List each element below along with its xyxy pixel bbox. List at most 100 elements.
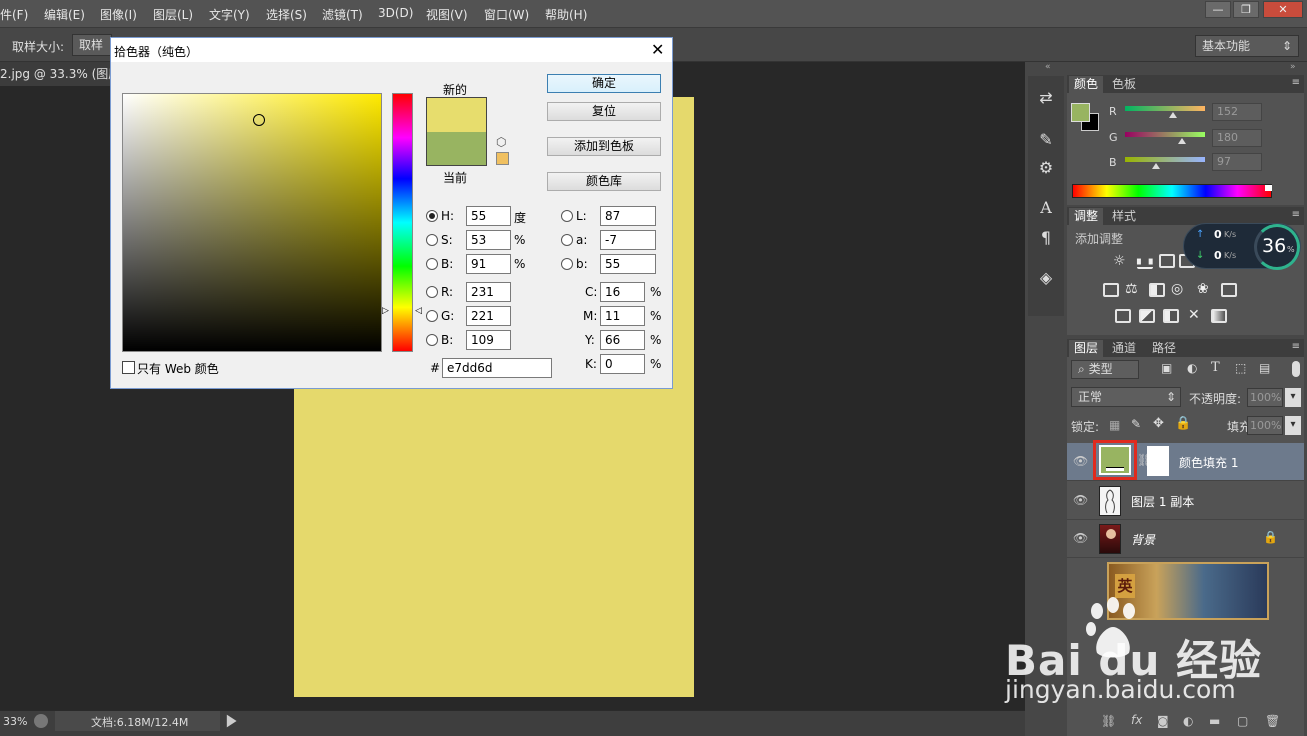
- layer-row-background[interactable]: 👁 背景 🔒: [1067, 520, 1304, 558]
- selective-color-icon[interactable]: ✕: [1188, 307, 1200, 323]
- layer-row-color-fill[interactable]: 👁 ⛓ 颜色填充 1: [1067, 440, 1304, 481]
- color-spectrum-bar[interactable]: [1072, 184, 1272, 198]
- new-adjustment-icon[interactable]: ◐: [1183, 714, 1193, 728]
- filter-type-icon[interactable]: T: [1211, 360, 1220, 375]
- tab-adjustments[interactable]: 调整: [1069, 208, 1104, 225]
- g-slider[interactable]: [1125, 132, 1205, 137]
- black-white-icon[interactable]: [1149, 283, 1165, 297]
- hue-slider-left-arrow[interactable]: ▷: [382, 306, 389, 316]
- g-slider-thumb[interactable]: [1178, 138, 1186, 144]
- new-group-icon[interactable]: ▬: [1209, 714, 1220, 728]
- b-slider-thumb[interactable]: [1152, 163, 1160, 169]
- add-to-swatches-button[interactable]: 添加到色板: [547, 137, 661, 156]
- panel-menu-icon[interactable]: ≡: [1292, 77, 1300, 88]
- c-input[interactable]: 16: [600, 282, 645, 302]
- color-field[interactable]: [122, 93, 382, 352]
- lock-all-icon[interactable]: 🔒: [1175, 416, 1191, 431]
- opacity-input[interactable]: 100%: [1247, 388, 1283, 407]
- paragraph-icon[interactable]: ¶: [1036, 228, 1056, 248]
- fill-input[interactable]: 100%: [1247, 416, 1283, 435]
- menu-image[interactable]: 图像(I): [100, 6, 137, 23]
- m-input[interactable]: 11: [600, 306, 645, 326]
- filter-shape-icon[interactable]: ⬚: [1235, 361, 1246, 375]
- lock-transparent-icon[interactable]: ▦: [1109, 418, 1120, 432]
- reset-button[interactable]: 复位: [547, 102, 661, 121]
- menu-type[interactable]: 文字(Y): [209, 6, 250, 23]
- eye-icon[interactable]: 👁: [1073, 531, 1088, 545]
- r-slider-thumb[interactable]: [1169, 112, 1177, 118]
- s-input[interactable]: 53: [466, 230, 511, 250]
- color-field-cursor[interactable]: [253, 114, 265, 126]
- white-swatch[interactable]: [1265, 185, 1272, 191]
- fx-icon[interactable]: fx: [1131, 713, 1142, 727]
- k-input[interactable]: 0: [600, 354, 645, 374]
- hue-slider-right-arrow[interactable]: ◁: [415, 306, 422, 316]
- filter-toggle[interactable]: [1292, 361, 1300, 377]
- document-tab[interactable]: 2.jpg @ 33.3% (图层: [0, 62, 112, 86]
- color-balance-icon[interactable]: ⚖: [1125, 281, 1138, 297]
- delete-layer-icon[interactable]: 🗑: [1265, 714, 1280, 728]
- lock-brush-icon[interactable]: ✎: [1131, 417, 1141, 431]
- restore-button[interactable]: ❐: [1233, 1, 1259, 18]
- a-input[interactable]: -7: [600, 230, 656, 250]
- b-input[interactable]: 91: [466, 254, 511, 274]
- layer-name[interactable]: 颜色填充 1: [1179, 454, 1238, 471]
- blend-mode-select[interactable]: 正常 ⇕: [1071, 387, 1181, 407]
- fill-dropdown[interactable]: ▾: [1285, 416, 1301, 435]
- menu-window[interactable]: 窗口(W): [484, 6, 529, 23]
- link-layers-icon[interactable]: ⛓: [1101, 714, 1116, 728]
- posterize-icon[interactable]: [1139, 309, 1155, 323]
- menu-view[interactable]: 视图(V): [426, 6, 468, 23]
- b-slider[interactable]: [1125, 157, 1205, 162]
- layer-filter-select[interactable]: ⌕ 类型: [1071, 360, 1139, 379]
- curves-icon[interactable]: [1159, 254, 1175, 268]
- tab-layers[interactable]: 图层: [1069, 340, 1104, 357]
- color-lookup-icon[interactable]: [1221, 283, 1237, 297]
- ok-button[interactable]: 确定: [547, 74, 661, 93]
- menu-edit[interactable]: 编辑(E): [44, 6, 85, 23]
- 3d-cube-icon[interactable]: ◈: [1036, 268, 1056, 288]
- brush-icon[interactable]: ✎: [1036, 130, 1056, 150]
- a-radio[interactable]: [561, 234, 573, 246]
- tab-color[interactable]: 颜色: [1069, 76, 1104, 93]
- b-value[interactable]: 97: [1212, 153, 1262, 171]
- workspace-select[interactable]: 基本功能 ⇕: [1195, 35, 1299, 57]
- collapse-right-icon[interactable]: »: [1290, 62, 1296, 72]
- rgb-b-input[interactable]: 109: [466, 330, 511, 350]
- add-mask-icon[interactable]: ◙: [1157, 714, 1169, 728]
- tab-styles[interactable]: 样式: [1107, 208, 1141, 225]
- l-input[interactable]: 87: [600, 206, 656, 226]
- panel-menu-icon[interactable]: ≡: [1292, 341, 1300, 352]
- eye-icon[interactable]: 👁: [1073, 454, 1088, 468]
- tab-swatches[interactable]: 色板: [1107, 76, 1141, 93]
- menu-help[interactable]: 帮助(H): [545, 6, 587, 23]
- play-arrow-icon[interactable]: [226, 714, 237, 728]
- r-slider[interactable]: [1125, 106, 1205, 111]
- web-only-checkbox[interactable]: [122, 361, 135, 374]
- lab-b-radio[interactable]: [561, 258, 573, 270]
- s-radio[interactable]: [426, 234, 438, 246]
- opacity-dropdown[interactable]: ▾: [1285, 388, 1301, 407]
- invert-icon[interactable]: [1115, 309, 1131, 323]
- layer-name[interactable]: 背景: [1131, 531, 1155, 548]
- layer-name[interactable]: 图层 1 副本: [1131, 493, 1194, 510]
- b-radio[interactable]: [426, 258, 438, 270]
- zoom-level[interactable]: 33%: [3, 715, 27, 728]
- r-value[interactable]: 152: [1212, 103, 1262, 121]
- gradient-map-icon[interactable]: [1211, 309, 1227, 323]
- collapse-left-icon[interactable]: «: [1045, 62, 1051, 72]
- tab-paths[interactable]: 路径: [1147, 340, 1181, 357]
- menu-layer[interactable]: 图层(L): [153, 6, 193, 23]
- l-radio[interactable]: [561, 210, 573, 222]
- menu-file[interactable]: 件(F): [0, 6, 28, 23]
- layer-thumbnail[interactable]: [1099, 524, 1121, 554]
- filter-adjustment-icon[interactable]: ◐: [1187, 361, 1197, 375]
- brightness-icon[interactable]: ☼: [1113, 253, 1126, 269]
- tab-channels[interactable]: 通道: [1107, 340, 1141, 357]
- foreground-swatch[interactable]: [1071, 103, 1090, 122]
- h-radio[interactable]: [426, 210, 438, 222]
- minimize-button[interactable]: —: [1205, 1, 1231, 18]
- panel-menu-icon[interactable]: ≡: [1292, 209, 1300, 220]
- channel-mixer-icon[interactable]: ❀: [1197, 281, 1209, 297]
- character-icon[interactable]: A: [1036, 198, 1056, 218]
